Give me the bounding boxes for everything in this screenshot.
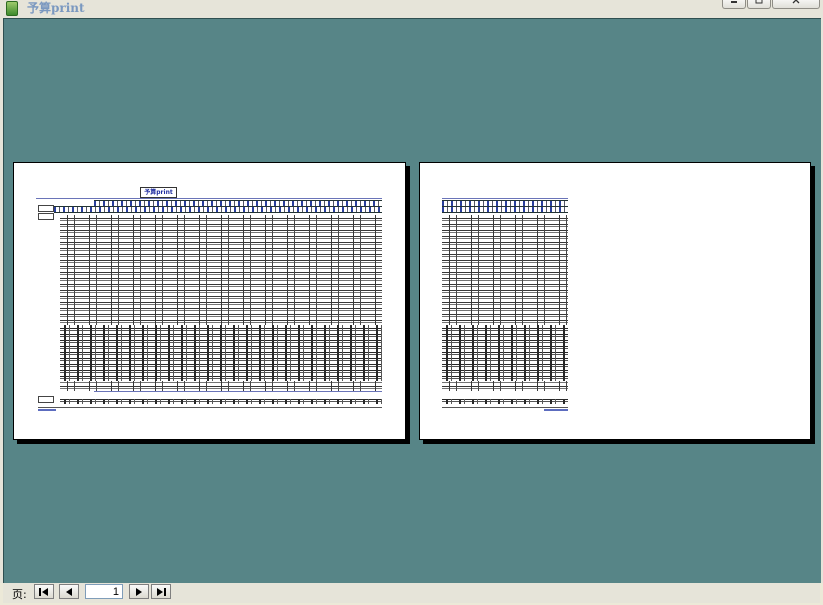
- title-bar: 予算print: [0, 0, 823, 17]
- data-rows-mid: [442, 325, 568, 381]
- report-page-2[interactable]: [419, 162, 811, 440]
- row-label-header: [38, 213, 54, 220]
- last-page-icon: [157, 588, 166, 596]
- header-rule: [442, 198, 568, 199]
- prev-page-icon: [66, 588, 72, 596]
- summary-row: [60, 399, 382, 404]
- data-rows-mid: [60, 325, 382, 381]
- data-rows-bottom: [442, 381, 568, 391]
- app-icon: [6, 1, 18, 16]
- header-rule: [36, 198, 382, 199]
- summary-row: [442, 399, 568, 404]
- restore-icon: [755, 0, 763, 4]
- report-title: 予算print: [140, 187, 177, 198]
- report-page-1[interactable]: 予算print: [13, 162, 406, 440]
- row-label-header: [38, 205, 54, 212]
- footer-rule: [442, 407, 568, 408]
- navigation-bar: 页: 1: [3, 583, 820, 603]
- close-icon: [792, 0, 800, 4]
- next-page-button[interactable]: [129, 584, 149, 599]
- data-rows-top: [442, 215, 568, 325]
- first-page-button[interactable]: [34, 584, 54, 599]
- footer-date: [38, 409, 56, 411]
- minimize-button[interactable]: [722, 0, 746, 9]
- column-headers: [442, 206, 568, 213]
- first-page-icon: [39, 588, 48, 596]
- data-rows-top: [60, 215, 382, 325]
- page-label: 页:: [12, 588, 27, 601]
- data-rows-bottom: [60, 381, 382, 391]
- next-page-icon: [136, 588, 142, 596]
- minimize-icon: [731, 1, 737, 3]
- restore-button[interactable]: [747, 0, 771, 9]
- print-preview-area[interactable]: 予算print: [3, 18, 821, 583]
- totals-rule: [94, 391, 382, 392]
- footer-page-number: [544, 409, 568, 411]
- summary-label: [38, 396, 54, 403]
- footer-rule: [38, 407, 382, 408]
- window-title: 予算print: [27, 1, 85, 15]
- close-button[interactable]: [772, 0, 820, 9]
- column-headers: [54, 206, 382, 213]
- last-page-button[interactable]: [151, 584, 171, 599]
- prev-page-button[interactable]: [59, 584, 79, 599]
- page-number-input[interactable]: 1: [85, 584, 123, 599]
